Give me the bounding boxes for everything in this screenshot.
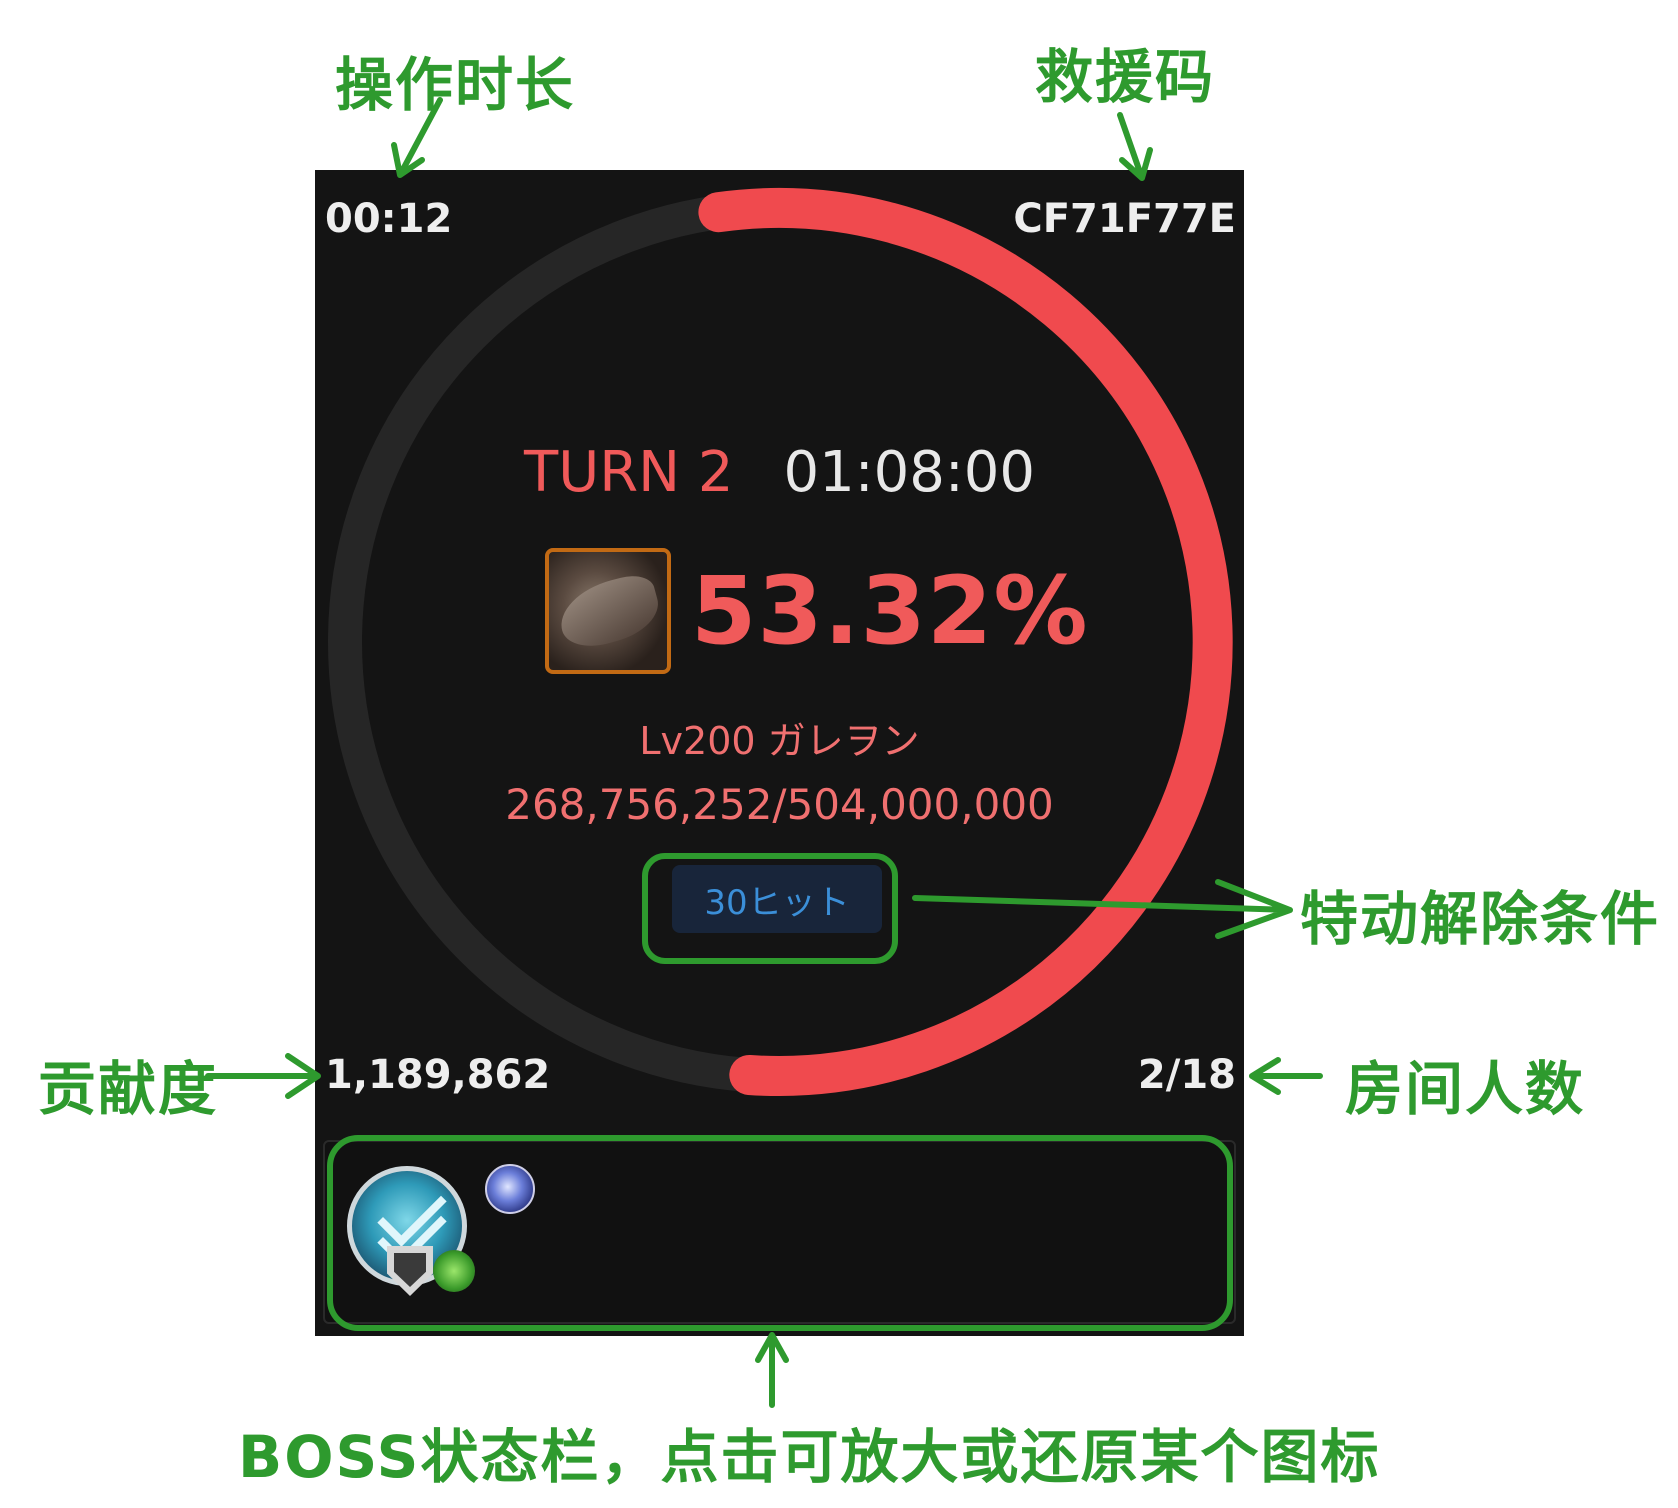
annotation-rescue-code: 救援码 <box>1035 43 1216 111</box>
annotation-operation-time: 操作时长 <box>335 51 576 119</box>
remaining-time: 01:08:00 <box>783 440 1035 505</box>
battle-panel: 00:12 CF71F77E TURN 2 01:08:00 53.32% Lv2… <box>315 170 1244 1336</box>
element-debuff-icon[interactable] <box>485 1164 535 1214</box>
arrow-boss-status-bar <box>755 1332 789 1408</box>
boss-summary: 53.32% <box>545 542 1089 680</box>
hp-percent: 53.32% <box>691 556 1089 666</box>
shield-icon <box>387 1246 433 1296</box>
annotation-contribution: 贡献度 <box>38 1055 219 1123</box>
annotation-boss-status-bar: BOSS状态栏，点击可放大或还原某个图标 <box>238 1423 1381 1491</box>
unlock-condition-badge[interactable]: 30ヒット <box>672 865 882 933</box>
arrow-contribution <box>205 1053 321 1099</box>
annotation-room-count: 房间人数 <box>1345 1055 1586 1123</box>
elapsed-time: 00:12 <box>325 196 453 242</box>
annotation-unlock-condition: 特动解除条件 <box>1300 885 1661 953</box>
arrow-room-count <box>1249 1057 1323 1095</box>
boss-hp: 268,756,252/504,000,000 <box>505 780 1054 829</box>
boss-portrait[interactable] <box>545 548 671 674</box>
green-effect-icon[interactable] <box>433 1250 475 1292</box>
rescue-code[interactable]: CF71F77E <box>1013 196 1236 242</box>
turn-label: TURN 2 <box>524 440 734 505</box>
boss-name: Lv200 ガレヲン <box>639 719 920 763</box>
arrow-rescue-code <box>1117 112 1153 181</box>
boss-status-bar[interactable] <box>323 1140 1236 1324</box>
room-players: 2/18 <box>1137 1052 1236 1098</box>
turn-timer-line: TURN 2 01:08:00 <box>315 440 1244 505</box>
contribution-value: 1,189,862 <box>325 1052 551 1098</box>
